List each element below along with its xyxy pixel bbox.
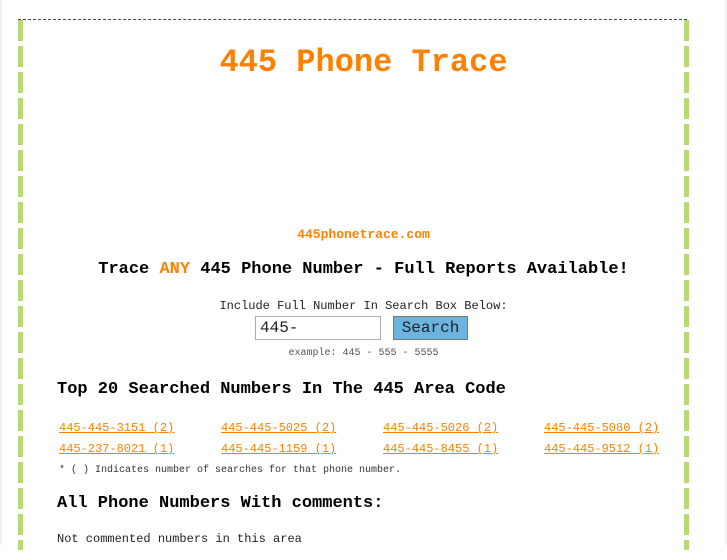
number-link[interactable]: 445-445-5026 (2) bbox=[383, 421, 498, 435]
search-input[interactable] bbox=[255, 316, 381, 340]
search-count-note: * ( ) Indicates number of searches for t… bbox=[59, 465, 402, 476]
tagline: Trace ANY 445 Phone Number - Full Report… bbox=[0, 260, 727, 279]
site-url: 445phonetrace.com bbox=[297, 227, 430, 242]
number-link[interactable]: 445-445-5025 (2) bbox=[221, 421, 336, 435]
search-label: Include Full Number In Search Box Below: bbox=[219, 299, 508, 313]
tagline-suffix: 445 Phone Number - Full Reports Availabl… bbox=[190, 260, 629, 279]
number-link[interactable]: 445-445-5080 (2) bbox=[544, 421, 659, 435]
comments-empty-message: Not commented numbers in this area bbox=[57, 532, 302, 546]
number-link[interactable]: 445-237-8021 (1) bbox=[59, 442, 174, 456]
number-link[interactable]: 445-445-9512 (1) bbox=[544, 442, 659, 456]
number-link[interactable]: 445-445-3151 (2) bbox=[59, 421, 174, 435]
right-dashed-border bbox=[684, 20, 689, 550]
page-title: 445 Phone Trace bbox=[219, 44, 508, 81]
comments-heading: All Phone Numbers With comments: bbox=[57, 494, 384, 513]
left-dashed-border bbox=[18, 20, 23, 550]
content-container bbox=[18, 19, 687, 560]
number-link[interactable]: 445-445-1159 (1) bbox=[221, 442, 336, 456]
search-example: example: 445 - 555 - 5555 bbox=[288, 348, 439, 359]
top-numbers-heading: Top 20 Searched Numbers In The 445 Area … bbox=[57, 380, 506, 399]
search-button[interactable]: Search bbox=[393, 316, 468, 340]
tagline-prefix: Trace bbox=[98, 260, 160, 279]
number-link[interactable]: 445-445-8455 (1) bbox=[383, 442, 498, 456]
tagline-highlight: ANY bbox=[159, 260, 191, 279]
